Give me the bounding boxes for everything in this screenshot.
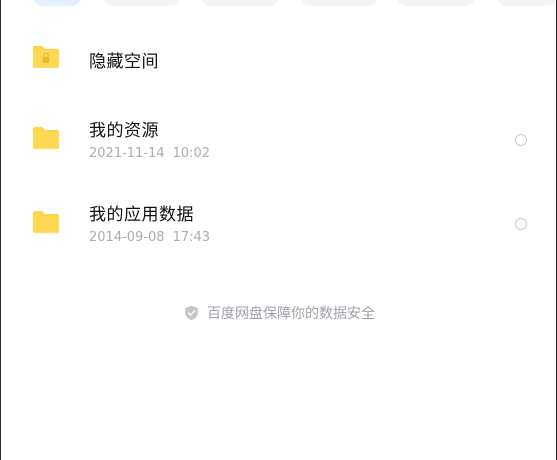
category-tab-4[interactable] bbox=[397, 0, 475, 6]
file-name: 我的应用数据 bbox=[89, 205, 194, 225]
category-tab-3[interactable] bbox=[300, 0, 378, 6]
file-date: 2021-11-14 bbox=[89, 146, 165, 161]
file-row-my-app-data[interactable]: 我的应用数据 2014-09-08 17:43 bbox=[1, 184, 557, 264]
select-radio[interactable] bbox=[515, 134, 527, 146]
file-time: 17:43 bbox=[172, 230, 211, 245]
file-modified: 2014-09-08 17:43 bbox=[89, 230, 210, 245]
security-note: 百度网盘保障你的数据安全 bbox=[1, 303, 557, 323]
file-modified: 2021-11-14 10:02 bbox=[89, 146, 210, 161]
category-tab-1[interactable] bbox=[103, 0, 181, 6]
file-time: 10:02 bbox=[172, 146, 211, 161]
category-tab-5[interactable] bbox=[497, 0, 557, 6]
file-list-screen: 隐藏空间 我的资源 2021-11-14 10:02 我的应用数据 2014-09… bbox=[0, 0, 557, 460]
select-radio[interactable] bbox=[515, 218, 527, 230]
folder-icon bbox=[32, 210, 60, 234]
locked-folder-icon bbox=[32, 45, 60, 69]
category-tab-2[interactable] bbox=[201, 0, 279, 6]
folder-icon bbox=[32, 126, 60, 150]
security-note-text: 百度网盘保障你的数据安全 bbox=[207, 306, 375, 322]
file-date: 2014-09-08 bbox=[89, 230, 165, 245]
shield-icon bbox=[184, 305, 199, 321]
file-name: 隐藏空间 bbox=[89, 52, 159, 72]
category-tab-bar bbox=[1, 0, 557, 6]
category-tab-0[interactable] bbox=[33, 0, 81, 6]
file-name: 我的资源 bbox=[89, 121, 159, 141]
file-row-hidden-space[interactable]: 隐藏空间 bbox=[1, 18, 557, 98]
file-row-my-resources[interactable]: 我的资源 2021-11-14 10:02 bbox=[1, 100, 557, 180]
